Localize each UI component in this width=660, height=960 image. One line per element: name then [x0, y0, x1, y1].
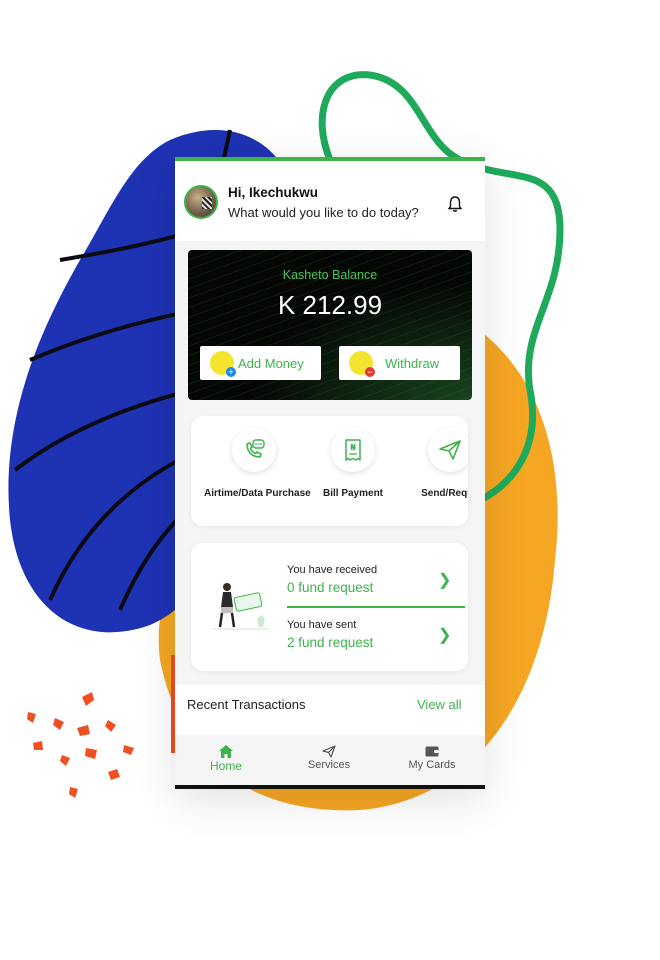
bell-icon[interactable]: [447, 195, 463, 213]
service-bill-payment[interactable]: ₦ Bill Payment: [303, 428, 403, 499]
add-money-icon: +: [210, 351, 236, 377]
divider: [287, 606, 465, 608]
nav-home[interactable]: Home: [181, 745, 271, 773]
service-label: Airtime/Data Purchase: [204, 488, 311, 499]
sent-value[interactable]: 2 fund request: [287, 635, 373, 650]
balance-label: Kasheto Balance: [282, 268, 378, 282]
nav-home-label: Home: [209, 759, 242, 773]
home-icon: [219, 745, 233, 758]
withdraw-button[interactable]: − Withdraw: [339, 346, 460, 380]
service-send-request[interactable]: Send/Reque: [400, 428, 468, 499]
red-splashes: [27, 692, 134, 798]
sent-label: You have sent: [287, 619, 357, 631]
screen-bottom-bar: [175, 785, 485, 789]
fund-request-illustration: [213, 583, 269, 630]
naira-receipt-icon: ₦: [331, 428, 375, 472]
chevron-right-icon[interactable]: ❯: [438, 625, 451, 645]
withdraw-icon: −: [349, 351, 375, 377]
recent-transactions: Recent Transactions View all: [175, 685, 485, 735]
add-money-button[interactable]: + Add Money: [200, 346, 321, 380]
service-label: Bill Payment: [322, 488, 384, 499]
service-airtime-data[interactable]: Airtime/Data Purchase: [204, 428, 311, 499]
svg-text:₦: ₦: [350, 443, 356, 452]
recent-title: Recent Transactions: [187, 697, 306, 712]
nav-cards-label: My Cards: [408, 759, 456, 771]
add-money-label: Add Money: [238, 355, 304, 371]
greeting-text: Hi, Ikechukwu: [228, 185, 319, 200]
phone-chat-icon: [232, 428, 276, 472]
nav-services[interactable]: Services: [284, 745, 374, 771]
phone-screen: Hi, Ikechukwu What would you like to do …: [175, 157, 485, 789]
app-header: Hi, Ikechukwu What would you like to do …: [175, 161, 485, 241]
send-icon: [322, 745, 336, 758]
received-label: You have received: [287, 564, 378, 576]
avatar[interactable]: [184, 185, 218, 219]
view-all-link[interactable]: View all: [417, 697, 462, 712]
withdraw-label: Withdraw: [385, 355, 440, 371]
service-label: Send/Reque: [421, 488, 468, 499]
received-value[interactable]: 0 fund request: [287, 580, 373, 595]
services-card: Airtime/Data Purchase ₦ Bill Payment Sen…: [191, 416, 468, 526]
wallet-icon: [425, 746, 439, 757]
nav-services-label: Services: [307, 759, 351, 771]
bottom-nav: Home Services My Cards: [175, 737, 485, 785]
balance-card: Kasheto Balance K 212.99 + Add Money − W…: [188, 250, 472, 400]
chevron-right-icon[interactable]: ❯: [438, 570, 451, 590]
balance-amount: K 212.99: [277, 290, 383, 320]
send-plane-icon: [428, 428, 468, 472]
fund-request-card: You have received 0 fund request ❯ You h…: [191, 543, 468, 671]
greeting-subtitle: What would you like to do today?: [228, 205, 419, 220]
nav-my-cards[interactable]: My Cards: [387, 745, 477, 771]
